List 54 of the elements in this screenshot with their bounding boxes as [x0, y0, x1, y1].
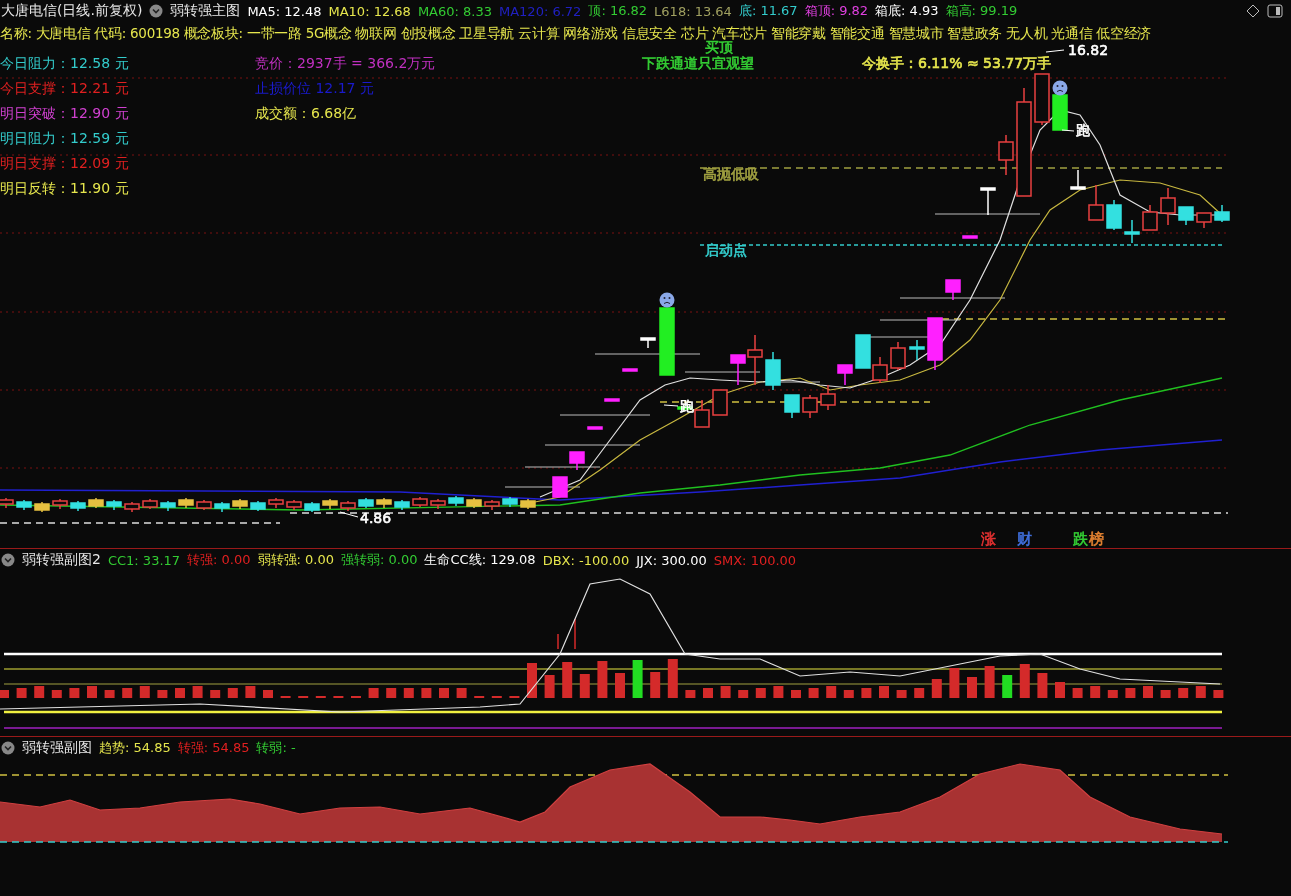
indicator-value: CC1: 33.17: [107, 552, 181, 568]
indicator-value: 转强: 54.85: [177, 739, 250, 757]
indicator-value: L618: 13.64: [654, 3, 732, 19]
chart-annotation: 今换手：6.11% ≈ 53.77万手: [862, 54, 1052, 72]
price-level-label: 明日支撑：12.09 元: [0, 154, 129, 173]
collapse-chevron-icon[interactable]: [1, 741, 15, 755]
chart-annotation: 启动点: [705, 241, 747, 259]
indicator-value: 转弱: -: [256, 739, 296, 757]
indicator-value: MA5: 12.48: [247, 3, 322, 19]
stock-title: 大唐电信(日线.前复权): [1, 2, 143, 20]
indicator-title: 弱转强副图2: [22, 551, 101, 569]
stock-info-line: 名称: 大唐电信 代码: 600198 概念板块: 一带一路 5G概念 物联网 创投概念 卫星导航 云计算 网络游戏 信息安全 芯片 汽车芯片 智能穿戴 智能交通 智慧城市 智慧政务 无人机 光通信 低空经济: [0, 24, 1153, 41]
indicator-value: SMX: 100.00: [713, 552, 797, 568]
panel-toggle-icon[interactable]: [1267, 4, 1283, 18]
chart-annotation: 下跌通道只宜观望: [642, 54, 754, 72]
diamond-icon[interactable]: [1246, 4, 1260, 18]
indicator-value: DBX: -100.00: [542, 552, 630, 568]
trade-info-label: 竞价：2937手 = 366.2万元: [255, 54, 436, 73]
trade-info-label: 止损价位 12.17 元: [255, 79, 375, 98]
price-level-label: 今日支撑：12.21 元: [0, 79, 129, 98]
price-level-label: 今日阻力：12.58 元: [0, 54, 129, 73]
indicator-value: 转强: 0.00: [187, 551, 251, 569]
list-tag[interactable]: 财: [1016, 530, 1033, 548]
list-tag[interactable]: 榜: [1088, 530, 1105, 548]
indicator-value: MA120: 6.72: [499, 3, 582, 19]
price-level-label: 明日阻力：12.59 元: [0, 129, 129, 148]
collapse-chevron-icon[interactable]: [1, 553, 15, 567]
collapse-chevron-icon[interactable]: [149, 4, 164, 18]
sad-face-icon: [659, 292, 675, 308]
price-level-label: 明日反转：11.90 元: [0, 179, 129, 198]
indicator-value: 弱转强: 0.00: [257, 551, 334, 569]
indicator-value: 箱顶: 9.82: [804, 2, 869, 20]
indicator-value: MA10: 12.68: [328, 3, 411, 19]
chart-annotation: 4.86: [360, 509, 392, 527]
chart-annotation: 16.82: [1068, 41, 1109, 59]
indicator-title: 弱转强副图: [22, 739, 92, 757]
sad-face-icon: [1052, 80, 1068, 96]
indicator-value: JJX: 300.00: [636, 552, 707, 568]
indicator-value: 顶: 16.82: [588, 2, 648, 20]
chart-annotation: 买顶: [705, 39, 733, 56]
list-tag[interactable]: 涨: [980, 530, 997, 548]
indicator-value: MA60: 8.33: [417, 3, 492, 19]
chart-annotation: 跑: [1076, 121, 1090, 139]
chart-annotation: 高抛低吸: [703, 165, 759, 183]
trade-info-label: 成交额：6.68亿: [255, 104, 358, 123]
price-level-label: 明日突破：12.90 元: [0, 104, 129, 123]
indicator-value: 强转弱: 0.00: [341, 551, 418, 569]
list-tag[interactable]: 跌: [1072, 530, 1089, 548]
indicator-value: 箱底: 4.93: [875, 2, 939, 20]
indicator-value: 生命CC线: 129.08: [424, 551, 536, 569]
indicator-value: 箱高: 99.19: [945, 2, 1018, 20]
indicator-value: 趋势: 54.85: [99, 739, 171, 757]
indicator-title: 弱转强主图: [170, 2, 241, 20]
indicator-value: 底: 11.67: [738, 2, 798, 20]
